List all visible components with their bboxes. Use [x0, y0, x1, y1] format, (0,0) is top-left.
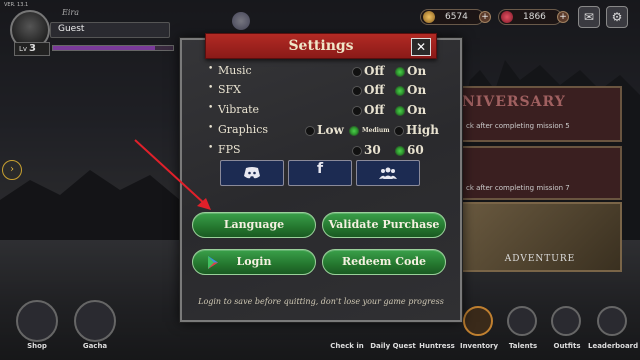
- graphics-high-label: High: [406, 123, 440, 137]
- music-on-radio[interactable]: [395, 67, 405, 77]
- card1-text: ck after completing mission 5: [466, 122, 570, 130]
- sfx-option: • SFX Off On: [208, 83, 448, 101]
- vibrate-label: Vibrate: [218, 103, 260, 116]
- fps-60-radio[interactable]: [395, 146, 405, 156]
- sfx-on-label: On: [407, 83, 427, 97]
- discord-button[interactable]: [220, 160, 284, 186]
- sfx-off-label: Off: [364, 83, 385, 97]
- nav-talents[interactable]: Talents: [498, 300, 548, 360]
- vibrate-option: • Vibrate Off On: [208, 103, 448, 121]
- nav-leaderboard[interactable]: Leaderboard: [588, 300, 638, 360]
- card2-text: ck after completing mission 7: [466, 184, 570, 192]
- vibrate-off-radio[interactable]: [352, 106, 362, 116]
- music-option: • Music Off On: [208, 64, 448, 82]
- music-off-radio[interactable]: [352, 67, 362, 77]
- graphics-low-label: Low: [317, 123, 344, 137]
- anniversary-card[interactable]: NIVERSARY ck after completing mission 5: [458, 86, 622, 142]
- sfx-label: SFX: [218, 83, 241, 96]
- redeem-code-button[interactable]: Redeem Code: [322, 249, 446, 275]
- sfx-on-radio[interactable]: [395, 86, 405, 96]
- book-icon: [463, 306, 493, 336]
- login-label: Login: [236, 255, 272, 268]
- outfits-icon: [551, 306, 581, 336]
- graphics-high-radio[interactable]: [394, 126, 404, 136]
- music-on-label: On: [407, 64, 427, 78]
- music-off-label: Off: [364, 64, 385, 78]
- nav-checkin-label: Check in: [330, 342, 364, 350]
- gold-value: 6574: [445, 12, 468, 22]
- graphics-label: Graphics: [218, 123, 269, 136]
- mail-icon[interactable]: ✉: [578, 6, 600, 28]
- language-button[interactable]: Language: [192, 212, 316, 238]
- nav-gacha-label: Gacha: [82, 342, 108, 350]
- nav-leaderboard-label: Leaderboard: [588, 342, 639, 350]
- adventure-card[interactable]: ADVENTURE: [458, 202, 622, 272]
- login-button[interactable]: Login: [192, 249, 316, 275]
- bullet: •: [208, 64, 214, 74]
- bullet: •: [208, 123, 214, 133]
- add-gold-button[interactable]: +: [479, 11, 491, 23]
- leaderboard-icon: [597, 306, 627, 336]
- level-value: 3: [29, 43, 37, 54]
- fps-30-radio[interactable]: [352, 146, 362, 156]
- vibrate-on-label: On: [407, 103, 427, 117]
- add-gems-button[interactable]: +: [557, 11, 569, 23]
- nav-shop[interactable]: Shop: [12, 300, 62, 360]
- anniversary-title: NIVERSARY: [462, 94, 566, 110]
- google-play-icon: [208, 256, 218, 269]
- vibrate-off-label: Off: [364, 103, 385, 117]
- nav-outfits-label: Outfits: [553, 342, 581, 350]
- facebook-button[interactable]: f: [288, 160, 352, 186]
- bullet: •: [208, 143, 214, 153]
- nav-inventory-label: Inventory: [459, 342, 499, 350]
- settings-title: Settings: [288, 38, 354, 54]
- login-hint: Login to save before quitting, don't los…: [198, 297, 444, 306]
- gem-counter: 1866 +: [498, 9, 569, 25]
- coin-icon: [423, 11, 435, 23]
- gear-icon[interactable]: ⚙: [606, 6, 628, 28]
- level-prefix: Lv: [19, 45, 28, 53]
- bullet: •: [208, 103, 214, 113]
- graphics-medium-radio[interactable]: [349, 126, 359, 136]
- fps-option: • FPS 30 60: [208, 143, 448, 161]
- close-button[interactable]: ✕: [411, 38, 431, 56]
- nav-gacha[interactable]: Gacha: [70, 300, 120, 360]
- people-icon: [379, 167, 397, 179]
- fps-30-label: 30: [364, 143, 381, 157]
- mission-card[interactable]: ck after completing mission 7: [458, 146, 622, 200]
- music-label: Music: [218, 64, 252, 77]
- lock-icon: [74, 300, 116, 342]
- version-label: VER. 13.1: [4, 2, 29, 8]
- level-badge: Lv 3: [14, 42, 50, 56]
- fps-60-label: 60: [407, 143, 424, 157]
- nav-shop-label: Shop: [27, 342, 47, 350]
- adventure-label: ADVENTURE: [504, 254, 576, 264]
- chevron-right-icon[interactable]: ›: [2, 160, 22, 180]
- graphics-medium-label: Medium: [362, 127, 390, 134]
- validate-purchase-button[interactable]: Validate Purchase: [322, 212, 446, 238]
- fps-label: FPS: [218, 143, 241, 156]
- gold-counter: 6574 +: [420, 9, 491, 25]
- vibrate-on-radio[interactable]: [395, 106, 405, 116]
- talents-icon: [507, 306, 537, 336]
- gem-value: 1866: [523, 12, 546, 22]
- gem-icon: [501, 11, 513, 23]
- bullet: •: [208, 83, 214, 93]
- settings-banner: Settings: [205, 33, 437, 59]
- nav-talents-label: Talents: [508, 342, 538, 350]
- player-name: Guest: [58, 24, 85, 34]
- sfx-off-radio[interactable]: [352, 86, 362, 96]
- discord-icon: [244, 167, 260, 179]
- nav-daily-label: Daily Quest: [370, 342, 416, 350]
- shop-icon: [16, 300, 58, 342]
- graphics-low-radio[interactable]: [305, 126, 315, 136]
- xp-bar: [52, 45, 174, 51]
- xp-fill: [53, 46, 155, 50]
- nav-outfits[interactable]: Outfits: [542, 300, 592, 360]
- graphics-option: • Graphics Low Medium High: [208, 123, 448, 141]
- community-button[interactable]: [356, 160, 420, 186]
- character-name: Eira: [62, 8, 79, 17]
